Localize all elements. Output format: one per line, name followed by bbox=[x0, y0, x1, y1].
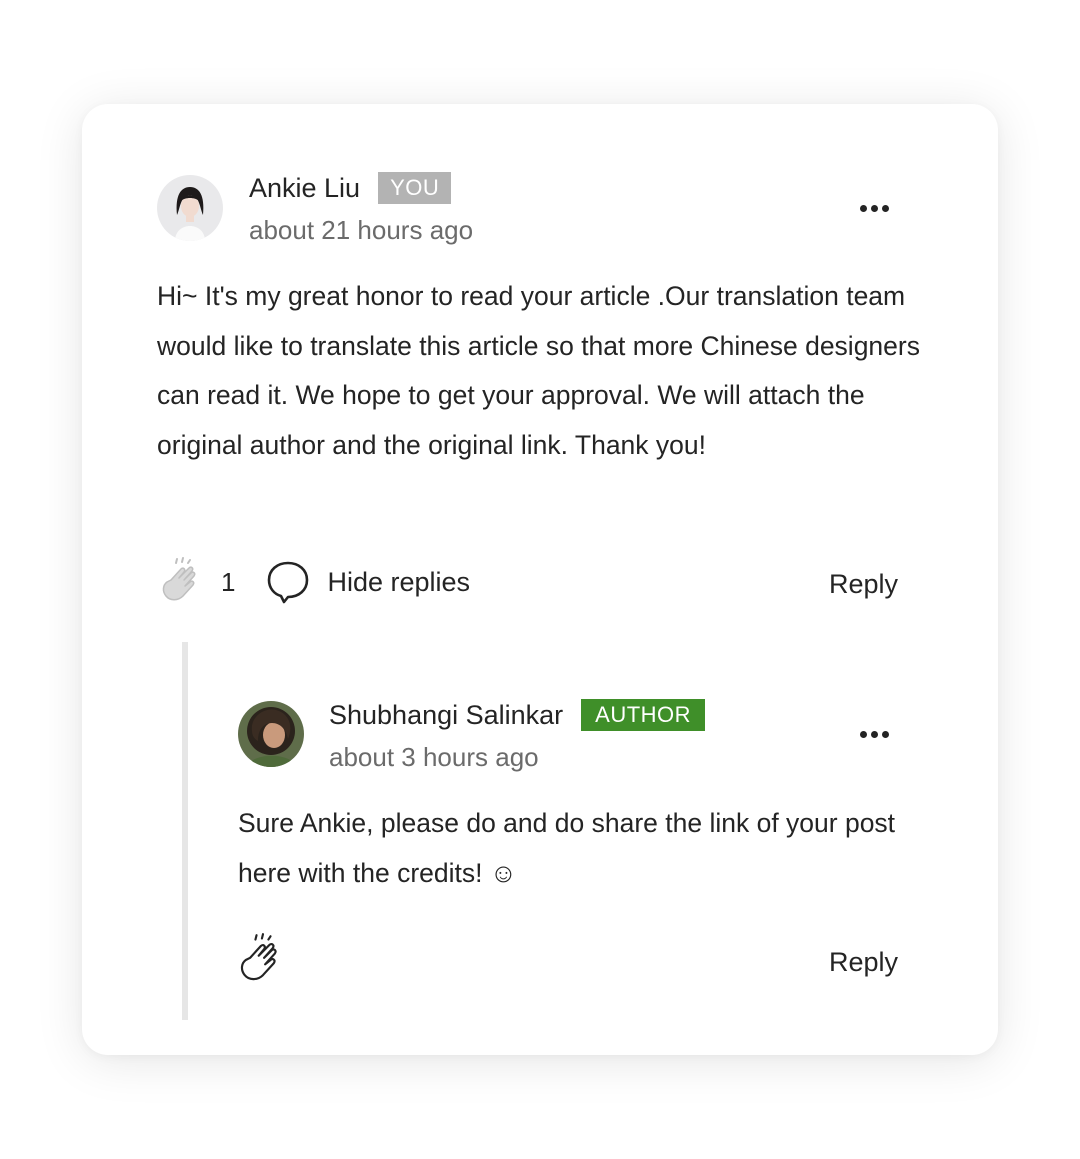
reply-thread-line bbox=[182, 642, 188, 1020]
person-avatar-icon bbox=[238, 701, 304, 767]
hide-replies-button[interactable]: Hide replies bbox=[265, 559, 470, 605]
you-badge: YOU bbox=[378, 172, 452, 204]
comment-body: Hi~ It's my great honor to read your art… bbox=[157, 281, 920, 460]
reply-button[interactable]: Reply bbox=[829, 947, 898, 978]
clap-icon bbox=[240, 933, 277, 981]
author-name[interactable]: Ankie Liu bbox=[249, 173, 360, 204]
more-dot-icon bbox=[882, 731, 889, 738]
reply-actions bbox=[235, 932, 291, 988]
comment-card: Ankie Liu YOU about 21 hours ago Hi~ It'… bbox=[82, 104, 998, 1055]
more-dot-icon bbox=[882, 205, 889, 212]
comment-actions: 1 Hide replies bbox=[157, 556, 470, 608]
more-dot-icon bbox=[860, 731, 867, 738]
more-dot-icon bbox=[871, 205, 878, 212]
more-options-button[interactable] bbox=[860, 731, 889, 738]
more-options-button[interactable] bbox=[860, 205, 889, 212]
clap-button[interactable] bbox=[157, 556, 209, 608]
reply-body: Sure Ankie, please do and do share the l… bbox=[238, 808, 896, 888]
author-badge: AUTHOR bbox=[581, 699, 706, 731]
more-dot-icon bbox=[871, 731, 878, 738]
speech-bubble-icon bbox=[268, 561, 309, 604]
clap-icon bbox=[162, 557, 196, 601]
clap-count: 1 bbox=[221, 566, 236, 597]
author-name[interactable]: Shubhangi Salinkar bbox=[329, 700, 563, 731]
clap-button[interactable] bbox=[235, 932, 291, 988]
hide-replies-label: Hide replies bbox=[327, 566, 471, 597]
reply-button[interactable]: Reply bbox=[829, 569, 898, 600]
reply-timestamp[interactable]: about 3 hours ago bbox=[329, 742, 539, 773]
avatar[interactable] bbox=[238, 701, 304, 767]
more-dot-icon bbox=[860, 205, 867, 212]
comment-timestamp[interactable]: about 21 hours ago bbox=[249, 215, 473, 246]
reply-header: Shubhangi Salinkar AUTHOR bbox=[329, 699, 706, 731]
avatar[interactable] bbox=[157, 175, 223, 241]
comment-header: Ankie Liu YOU bbox=[249, 172, 452, 204]
person-avatar-icon bbox=[157, 175, 223, 241]
